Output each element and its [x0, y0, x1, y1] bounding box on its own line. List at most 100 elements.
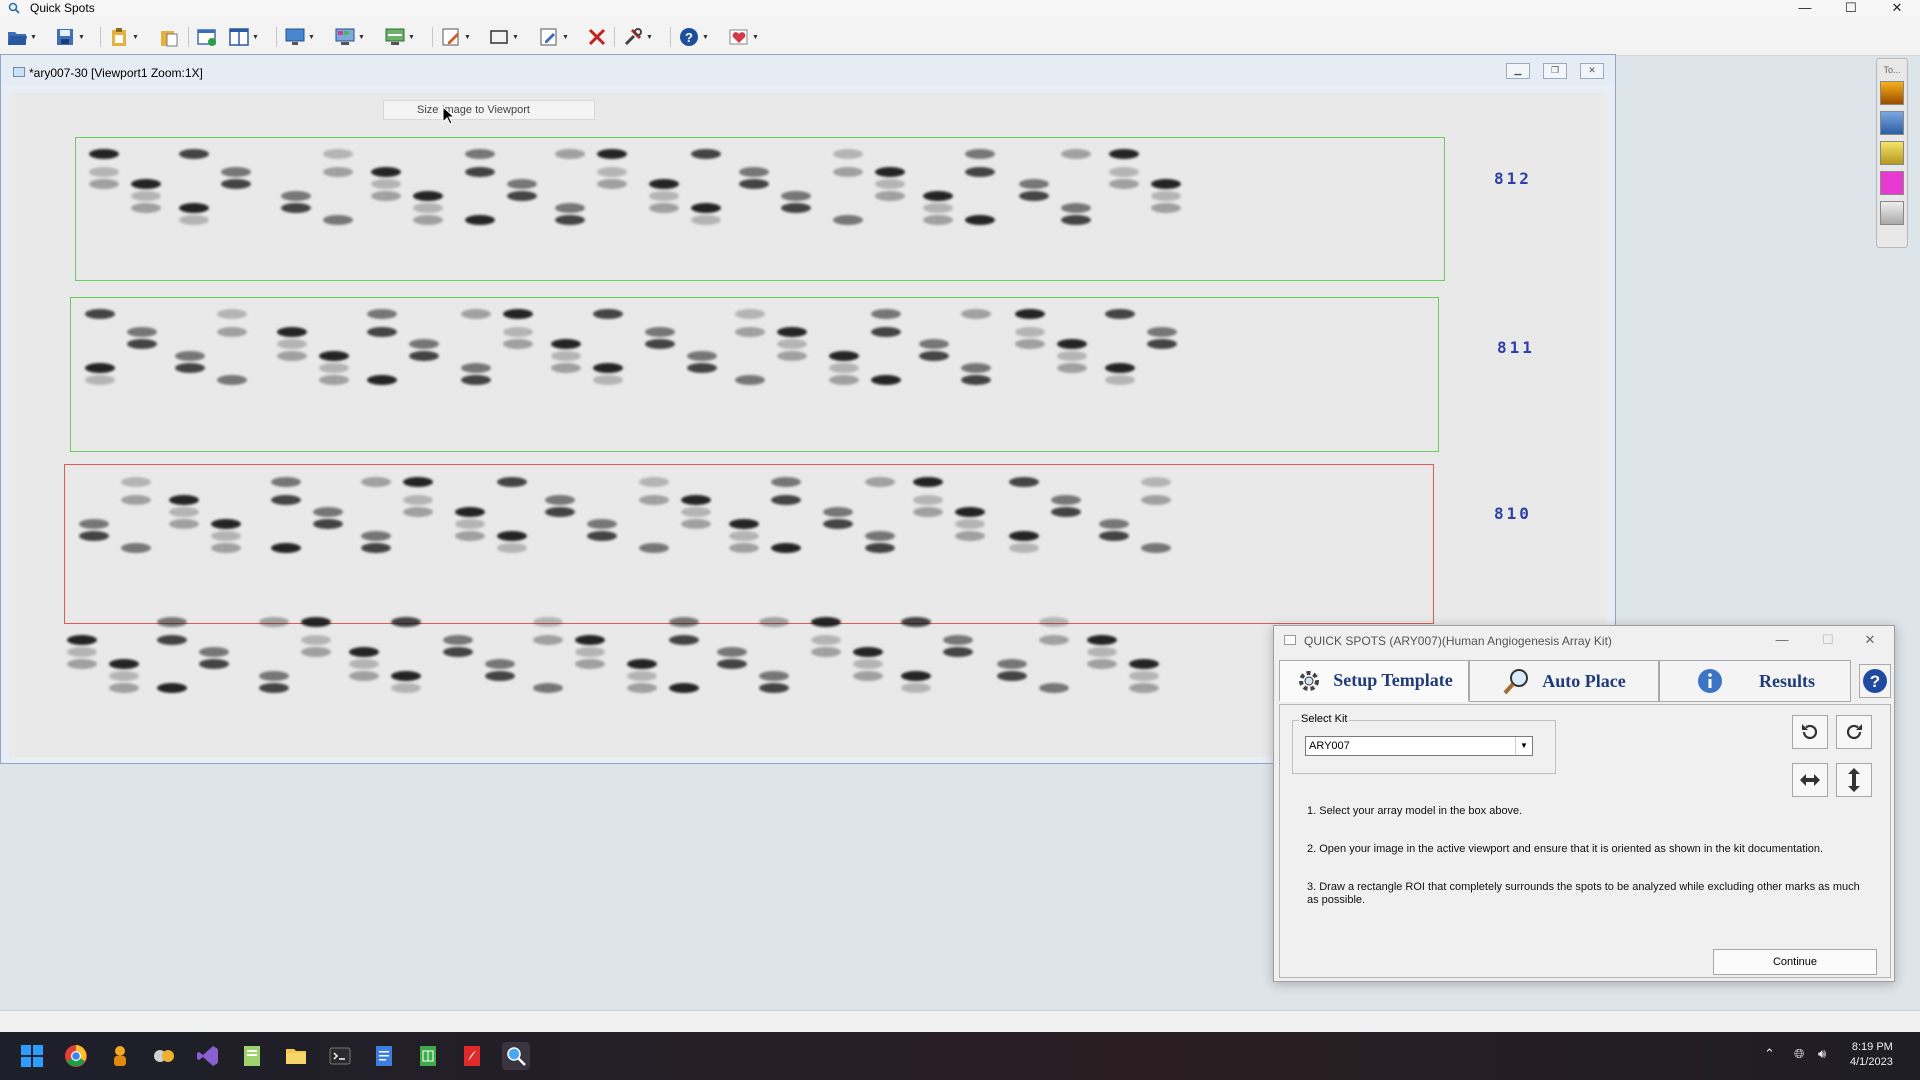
dialog-minimize-button[interactable]: — [1766, 632, 1798, 647]
array-spot [669, 617, 699, 627]
array-spot [777, 339, 807, 349]
tab-auto-place[interactable]: Auto Place [1469, 660, 1659, 702]
array-spot [833, 167, 863, 177]
paste-button[interactable] [158, 26, 180, 48]
array-spot [777, 351, 807, 361]
viewport-restore-button[interactable]: ❐ [1543, 63, 1567, 79]
close-button[interactable]: ✕ [1874, 0, 1920, 17]
color-palette-button[interactable]: ▼ [334, 26, 366, 48]
array-spot [1057, 363, 1087, 373]
save-button[interactable]: ▼ [54, 26, 86, 48]
dialog-help-button[interactable]: ? [1859, 664, 1891, 698]
maximize-button[interactable]: ☐ [1828, 0, 1874, 17]
favorites-button[interactable]: ▼ [728, 26, 760, 48]
rotate-left-button[interactable] [1792, 715, 1828, 749]
document-stack-icon[interactable] [1880, 111, 1904, 135]
rotate-left-icon [1802, 724, 1818, 740]
quick-spots-taskbar-icon[interactable] [502, 1042, 530, 1070]
pdf-icon[interactable] [458, 1042, 486, 1070]
flip-horizontal-button[interactable] [1792, 763, 1828, 797]
flip-vertical-button[interactable] [1836, 763, 1872, 797]
array-spot [829, 351, 859, 361]
pointer-tool-icon[interactable] [1880, 201, 1904, 225]
array-spot [1087, 635, 1117, 645]
row-label-810: 810 [1494, 504, 1532, 523]
chevron-down-icon: ▼ [408, 33, 415, 41]
array-spot [901, 671, 931, 681]
image-display-button[interactable]: ▼ [284, 26, 316, 48]
word-doc-icon[interactable] [370, 1042, 398, 1070]
kit-select[interactable]: ARY007 ▼ [1305, 736, 1533, 756]
array-spot [127, 339, 157, 349]
clipboard-button[interactable]: ▼ [108, 26, 140, 48]
network-icon[interactable]: 🌐︎ [1794, 1046, 1804, 1062]
dialog-close-button[interactable]: ✕ [1854, 632, 1886, 648]
array-spot [371, 167, 401, 177]
array-spot [965, 149, 995, 159]
array-spot [533, 683, 563, 693]
array-spot [865, 543, 895, 553]
array-spot [597, 179, 627, 189]
array-spot [169, 495, 199, 505]
array-spot [313, 507, 343, 517]
array-spot [923, 191, 953, 201]
array-spot [271, 495, 301, 505]
array-spot [413, 203, 443, 213]
dialog-icon [1284, 635, 1296, 645]
array-spot [943, 647, 973, 657]
array-spot [323, 149, 353, 159]
array-spot [89, 179, 119, 189]
array-spot [853, 659, 883, 669]
array-spot [1015, 309, 1045, 319]
visual-studio-icon[interactable] [194, 1042, 222, 1070]
rectangle-roi-button[interactable]: ▼ [488, 26, 520, 48]
minimize-button[interactable]: — [1782, 0, 1828, 17]
array-spot [1061, 215, 1091, 225]
app-figure-icon[interactable] [106, 1042, 134, 1070]
array-spot [221, 167, 251, 177]
rotate-right-button[interactable] [1836, 715, 1872, 749]
array-spot [89, 149, 119, 159]
array-spot [575, 635, 605, 645]
new-viewport-button[interactable] [196, 26, 218, 48]
volume-icon[interactable]: 🔊︎ [1818, 1046, 1826, 1062]
annotate-button[interactable]: ▼ [538, 26, 570, 48]
array-spot [735, 327, 765, 337]
chrome-icon[interactable] [62, 1042, 90, 1070]
spreadsheet-icon[interactable] [414, 1042, 442, 1070]
notepad-plus-icon[interactable] [238, 1042, 266, 1070]
save-disk-icon [57, 29, 73, 45]
open-folder-icon [8, 32, 27, 45]
array-spot [913, 507, 943, 517]
ruler-icon[interactable] [1880, 141, 1904, 165]
app-tools-icon[interactable] [150, 1042, 178, 1070]
film-icon[interactable] [1880, 81, 1904, 105]
file-explorer-icon[interactable] [282, 1042, 310, 1070]
open-button[interactable]: ▼ [6, 26, 38, 48]
clock-date: 4/1/2023 [1850, 1056, 1893, 1068]
layout-button[interactable]: ▼ [228, 26, 260, 48]
tab-results[interactable]: Results [1659, 660, 1851, 702]
taskbar-clock[interactable]: 8:19 PM 4/1/2023 [1850, 1040, 1893, 1070]
array-spot [199, 659, 229, 669]
tab-setup-template[interactable]: Setup Template [1279, 660, 1469, 702]
delete-roi-button[interactable] [586, 26, 608, 48]
channel-button[interactable]: ▼ [384, 26, 416, 48]
help-button[interactable]: ? ▼ [678, 26, 710, 48]
array-spot [465, 215, 495, 225]
array-spot [277, 339, 307, 349]
terminal-icon[interactable] [326, 1042, 354, 1070]
chevron-down-icon: ▼ [702, 33, 709, 41]
continue-button[interactable]: Continue [1713, 949, 1877, 975]
windows-start-icon[interactable] [18, 1042, 46, 1070]
color-swatch-icon[interactable] [1880, 171, 1904, 195]
chevron-down-icon: ▼ [464, 33, 471, 41]
edit-roi-button[interactable]: ▼ [440, 26, 472, 48]
viewport-close-button[interactable]: ✕ [1580, 63, 1604, 79]
array-spot [1019, 179, 1049, 189]
info-icon [1697, 669, 1722, 693]
chevron-up-icon[interactable]: ⌃ [1764, 1046, 1775, 1062]
array-spot [1009, 543, 1039, 553]
viewport-minimize-button[interactable]: ▁ [1506, 63, 1530, 79]
tools-button[interactable]: ▼ [622, 26, 654, 48]
